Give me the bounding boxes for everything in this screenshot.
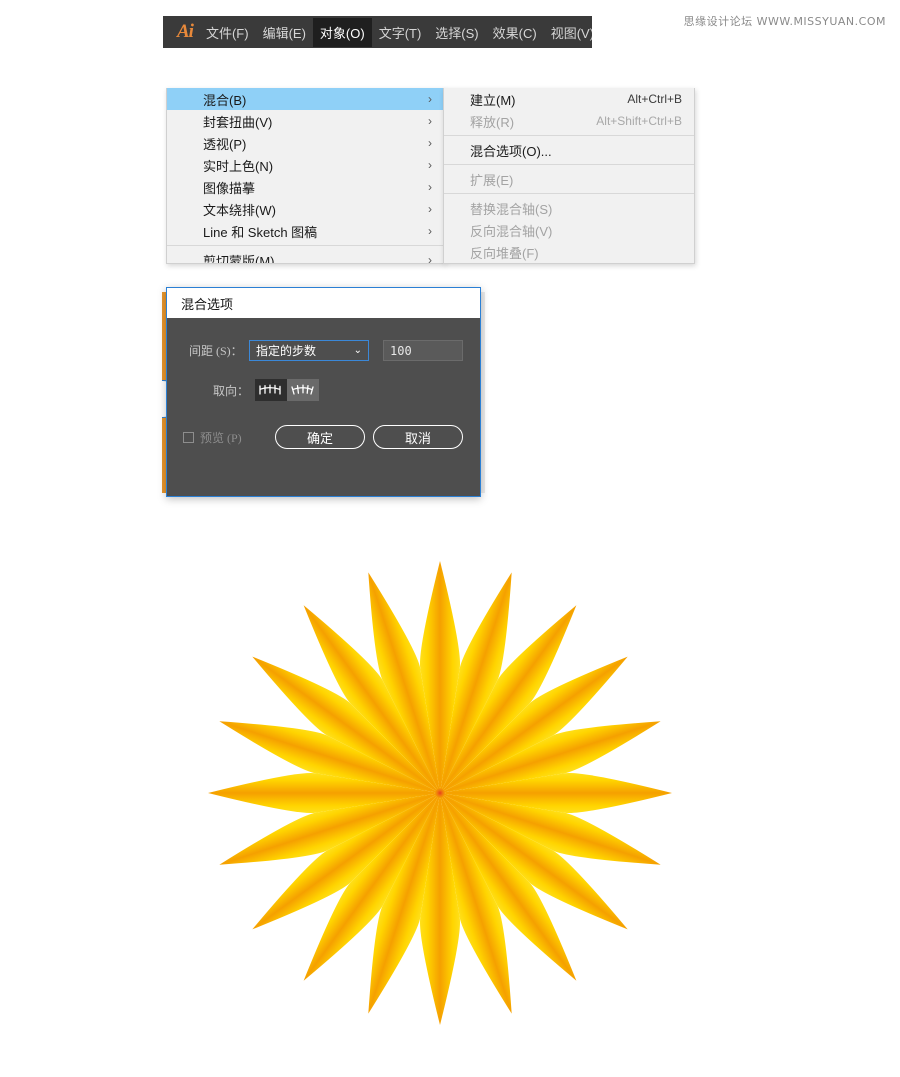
submenu-item-make[interactable]: 建立(M) Alt+Ctrl+B — [444, 88, 694, 110]
submenu-item-reverse-spine-label: 反向混合轴(V) — [470, 223, 553, 239]
align-to-path-button[interactable] — [287, 379, 319, 401]
align-to-page-icon — [259, 384, 281, 395]
site-watermark: 思缘设计论坛 WWW.MISSYUAN.COM — [683, 15, 886, 28]
menubar-item-edit[interactable]: 编辑(E) — [256, 18, 313, 47]
menu-divider — [444, 135, 694, 136]
preview-checkbox[interactable]: 预览 (P) — [183, 429, 275, 446]
menubar-item-type[interactable]: 文字(T) — [372, 18, 429, 47]
chevron-right-icon: › — [428, 136, 432, 150]
menu-item-perspective[interactable]: 透视(P) › — [167, 132, 444, 154]
orientation-label: 取向： — [212, 383, 249, 398]
menu-item-envelope-distort-label: 封套扭曲(V) — [203, 114, 273, 130]
submenu-item-release[interactable]: 释放(R) Alt+Shift+Ctrl+B — [444, 110, 694, 132]
app-menu-bar: Ai 文件(F) 编辑(E) 对象(O) 文字(T) 选择(S) 效果(C) 视… — [163, 16, 592, 48]
submenu-item-reverse-front-to-back[interactable]: 反向堆叠(F) — [444, 241, 694, 263]
menu-item-envelope-distort[interactable]: 封套扭曲(V) › — [167, 110, 444, 132]
menu-item-text-wrap[interactable]: 文本绕排(W) › — [167, 198, 444, 220]
spacing-select[interactable]: 指定的步数 ⌄ — [249, 340, 369, 361]
menubar-item-file[interactable]: 文件(F) — [199, 18, 256, 47]
submenu-item-blend-options[interactable]: 混合选项(O)... — [444, 139, 694, 161]
submenu-item-replace-spine-label: 替换混合轴(S) — [470, 201, 553, 217]
dialog-actions-row: 预览 (P) 确定 取消 — [167, 425, 480, 449]
menu-item-image-trace[interactable]: 图像描摹 › — [167, 176, 444, 198]
menu-item-blend[interactable]: 混合(B) › — [167, 88, 444, 110]
spacing-row: 间距 (S)： 指定的步数 ⌄ 100 — [167, 340, 480, 361]
spacing-label: 间距 (S)： — [189, 344, 243, 358]
chevron-right-icon: › — [428, 114, 432, 128]
menu-item-clipping-mask-label: 剪切蒙版(M) — [203, 253, 275, 264]
cancel-button[interactable]: 取消 — [373, 425, 463, 449]
menubar-item-object[interactable]: 对象(O) — [312, 17, 372, 47]
menu-divider — [167, 245, 444, 246]
menubar-item-view[interactable]: 视图(V) — [544, 18, 592, 47]
object-menu: 混合(B) › 封套扭曲(V) › 透视(P) › 实时上色(N) › 图像描摹… — [166, 88, 445, 264]
blend-options-dialog: 混合选项 间距 (S)： 指定的步数 ⌄ 100 取向： 预览 (P) 确定 取… — [166, 287, 481, 497]
submenu-item-blend-options-label: 混合选项(O)... — [470, 143, 552, 159]
menu-item-live-paint-label: 实时上色(N) — [203, 158, 274, 174]
starburst-artwork — [180, 548, 700, 1038]
menu-item-perspective-label: 透视(P) — [203, 136, 247, 152]
menu-item-image-trace-label: 图像描摹 — [203, 180, 256, 196]
spacing-select-value: 指定的步数 — [256, 344, 317, 358]
chevron-right-icon: › — [428, 92, 432, 106]
dialog-body: 间距 (S)： 指定的步数 ⌄ 100 取向： 预览 (P) 确定 取消 — [167, 340, 480, 516]
menu-item-line-sketch-art[interactable]: Line 和 Sketch 图稿 › — [167, 220, 444, 242]
chevron-right-icon: › — [428, 253, 432, 264]
submenu-item-expand[interactable]: 扩展(E) — [444, 168, 694, 190]
submenu-item-reverse-spine[interactable]: 反向混合轴(V) — [444, 219, 694, 241]
menubar-item-effect[interactable]: 效果(C) — [486, 18, 544, 47]
menu-divider — [444, 193, 694, 194]
menu-item-blend-label: 混合(B) — [203, 92, 247, 108]
blend-submenu: 建立(M) Alt+Ctrl+B 释放(R) Alt+Shift+Ctrl+B … — [443, 88, 695, 264]
submenu-item-replace-spine[interactable]: 替换混合轴(S) — [444, 197, 694, 219]
chevron-right-icon: › — [428, 180, 432, 194]
submenu-item-make-label: 建立(M) — [470, 92, 516, 108]
steps-input[interactable]: 100 — [383, 340, 463, 361]
menu-item-text-wrap-label: 文本绕排(W) — [203, 202, 276, 218]
preview-label: 预览 (P) — [200, 430, 242, 445]
chevron-right-icon: › — [428, 202, 432, 216]
submenu-item-expand-label: 扩展(E) — [470, 172, 514, 188]
menu-item-clipping-mask[interactable]: 剪切蒙版(M) › — [167, 249, 444, 264]
submenu-item-make-shortcut: Alt+Ctrl+B — [627, 92, 682, 106]
illustrator-logo-icon: Ai — [177, 21, 194, 42]
align-to-path-icon — [291, 384, 314, 395]
chevron-down-icon: ⌄ — [353, 345, 362, 356]
chevron-right-icon: › — [428, 158, 432, 172]
menu-divider — [444, 164, 694, 165]
chevron-right-icon: › — [428, 224, 432, 238]
align-to-page-button[interactable] — [255, 379, 287, 401]
checkbox-box-icon — [183, 431, 194, 443]
menu-item-line-sketch-art-label: Line 和 Sketch 图稿 — [203, 224, 318, 240]
orientation-row: 取向： — [167, 379, 480, 401]
submenu-item-reverse-front-to-back-label: 反向堆叠(F) — [470, 245, 539, 261]
menubar-item-select[interactable]: 选择(S) — [428, 18, 485, 47]
orientation-button-group — [255, 379, 319, 401]
ok-button[interactable]: 确定 — [275, 425, 365, 449]
starburst-svg — [208, 561, 672, 1025]
dialog-title: 混合选项 — [167, 288, 480, 318]
submenu-item-release-label: 释放(R) — [470, 114, 515, 130]
starburst-core-dot — [435, 788, 445, 798]
submenu-item-release-shortcut: Alt+Shift+Ctrl+B — [596, 114, 682, 128]
menu-item-live-paint[interactable]: 实时上色(N) › — [167, 154, 444, 176]
